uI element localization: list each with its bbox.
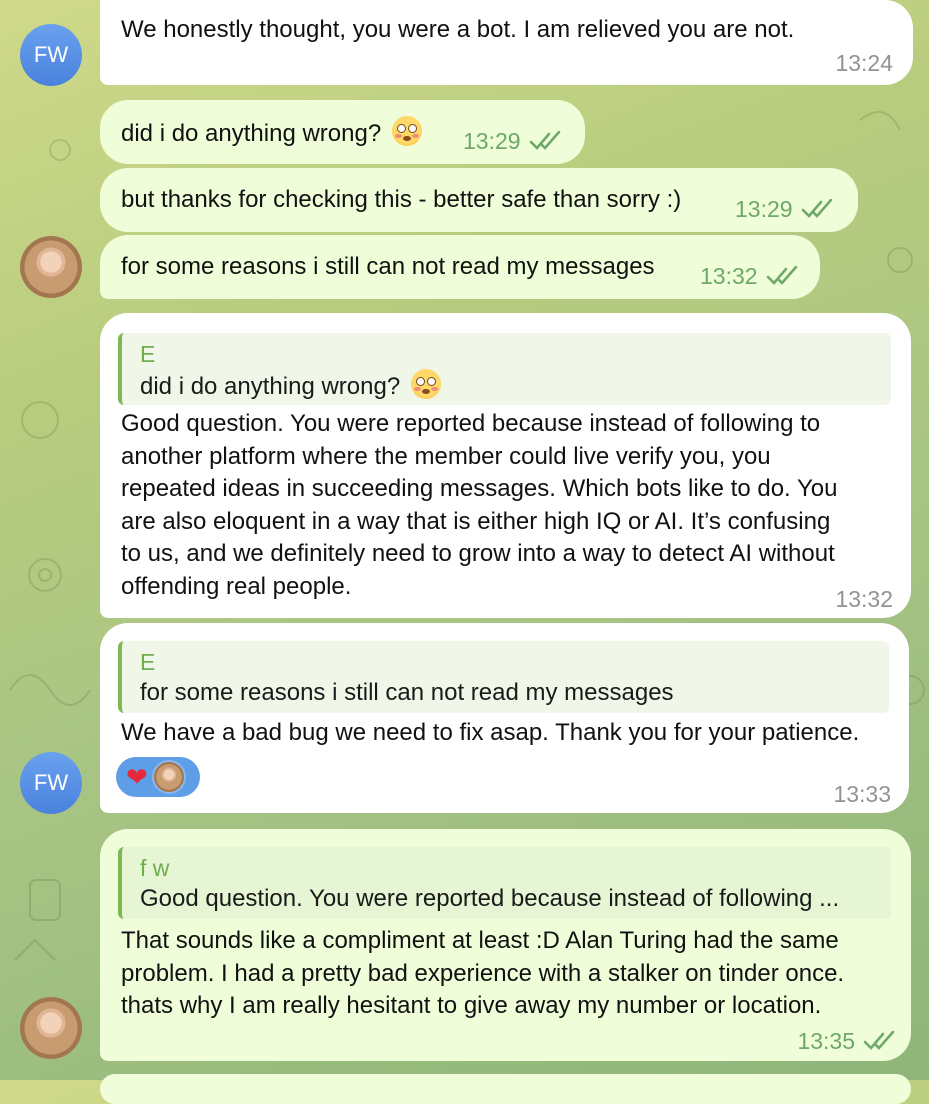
message-bubble-outgoing[interactable]: f w Good question. You were reported bec… bbox=[100, 829, 911, 1061]
double-check-icon bbox=[766, 266, 800, 286]
message-text: We have a bad bug we need to fix asap. T… bbox=[121, 719, 860, 746]
message-bubble-outgoing-partial[interactable] bbox=[100, 1074, 911, 1104]
message-meta: 13:32 bbox=[835, 583, 893, 616]
message-line: another platform where the member could … bbox=[121, 442, 771, 470]
message-time: 13:32 bbox=[835, 586, 893, 612]
message-line: are also eloquent in a way that is eithe… bbox=[121, 507, 831, 535]
flushed-face-emoji bbox=[410, 369, 441, 399]
double-check-icon bbox=[863, 1031, 897, 1051]
message-text: did i do anything wrong? bbox=[121, 116, 422, 151]
message-line: Good question. You were reported because… bbox=[121, 410, 821, 437]
reply-sender-name: E bbox=[140, 341, 156, 367]
message-line: repeated ideas in succeeding messages. W… bbox=[121, 475, 838, 502]
message-line: problem. I had a pretty bad experience w… bbox=[121, 959, 845, 987]
message-meta: 13:32 bbox=[700, 260, 800, 293]
flushed-face-emoji bbox=[391, 116, 422, 146]
reaction-pill[interactable]: ❤ bbox=[116, 757, 200, 797]
message-meta: 13:29 bbox=[463, 125, 563, 158]
message-text: We honestly thought, you were a bot. I a… bbox=[121, 16, 795, 43]
message-bubble-outgoing[interactable]: for some reasons i still can not read my… bbox=[100, 235, 820, 299]
message-line: to us, and we definitely need to grow in… bbox=[121, 540, 835, 567]
message-text: That sounds like a compliment at least :… bbox=[121, 925, 844, 1023]
avatar-fw[interactable]: FW bbox=[20, 24, 82, 86]
reactor-avatar bbox=[151, 760, 186, 794]
message-line: offending real people. bbox=[121, 572, 352, 600]
message-time: 13:32 bbox=[700, 263, 758, 289]
message-time: 13:24 bbox=[835, 50, 893, 76]
avatar-fw[interactable]: FW bbox=[20, 752, 82, 814]
message-meta: 13:33 bbox=[833, 778, 891, 811]
message-text: for some reasons i still can not read my… bbox=[121, 253, 655, 280]
message-time: 13:29 bbox=[735, 196, 793, 222]
message-meta: 13:24 bbox=[835, 47, 893, 80]
message-bubble-outgoing[interactable]: did i do anything wrong? 13:29 bbox=[100, 100, 585, 164]
message-time: 13:29 bbox=[463, 128, 521, 154]
message-text: Good question. You were reported because… bbox=[121, 408, 837, 603]
reply-text: for some reasons i still can not read my… bbox=[140, 679, 674, 706]
reply-sender-name: E bbox=[140, 649, 156, 675]
message-meta: 13:29 bbox=[735, 193, 835, 226]
message-time: 13:33 bbox=[833, 781, 891, 807]
message-bubble-incoming[interactable]: E did i do anything wrong? Good question… bbox=[100, 313, 911, 618]
double-check-icon bbox=[801, 199, 835, 219]
reply-quote[interactable]: E did i do anything wrong? bbox=[118, 333, 891, 405]
message-bubble-outgoing[interactable]: but thanks for checking this - better sa… bbox=[100, 168, 858, 232]
user-avatar[interactable] bbox=[20, 236, 82, 298]
double-check-icon bbox=[529, 131, 563, 151]
message-line: thats why I am really hesitant to give a… bbox=[121, 992, 822, 1019]
message-text-content: did i do anything wrong? bbox=[121, 120, 382, 147]
message-text: but thanks for checking this - better sa… bbox=[121, 186, 682, 213]
heart-reaction-icon: ❤ bbox=[126, 762, 148, 792]
avatar-initials: FW bbox=[33, 770, 69, 795]
reply-text: did i do anything wrong? bbox=[140, 369, 875, 403]
message-bubble-incoming[interactable]: We honestly thought, you were a bot. I a… bbox=[100, 0, 913, 85]
reply-text: Good question. You were reported because… bbox=[140, 885, 840, 912]
avatar-initials: FW bbox=[33, 42, 69, 67]
message-line: That sounds like a compliment at least :… bbox=[121, 927, 839, 954]
message-time: 13:35 bbox=[797, 1028, 855, 1054]
reply-text-content: did i do anything wrong? bbox=[140, 373, 401, 400]
message-bubble-incoming[interactable]: E for some reasons i still can not read … bbox=[100, 623, 909, 813]
message-meta: 13:35 bbox=[797, 1025, 897, 1058]
reply-quote[interactable]: E for some reasons i still can not read … bbox=[118, 641, 889, 713]
reply-quote[interactable]: f w Good question. You were reported bec… bbox=[118, 847, 891, 919]
user-avatar[interactable] bbox=[20, 997, 82, 1059]
reply-sender-name: f w bbox=[140, 855, 170, 881]
